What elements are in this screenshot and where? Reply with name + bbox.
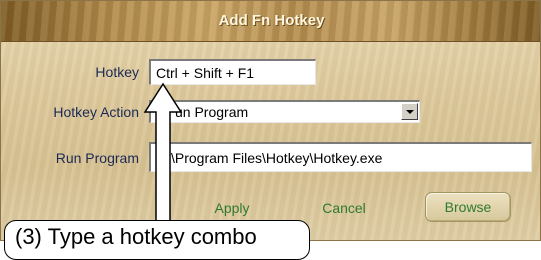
annotation-callout: (3) Type a hotkey combo (4, 220, 310, 260)
annotation-arrow (143, 82, 183, 241)
